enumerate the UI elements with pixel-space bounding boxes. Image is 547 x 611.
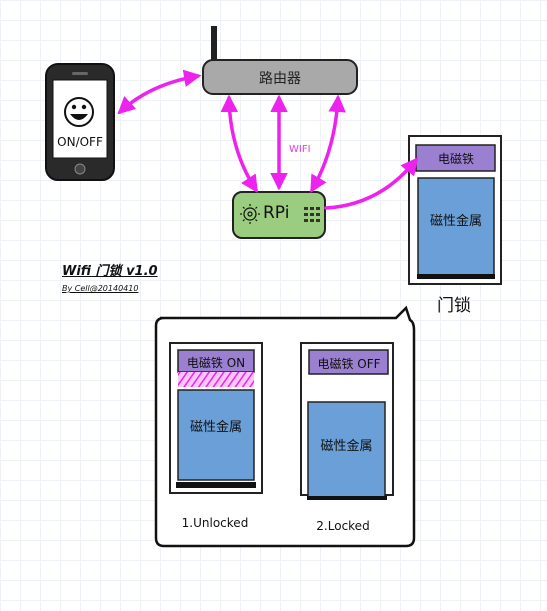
door-magnet-label: 电磁铁: [437, 152, 474, 166]
state-1-magnet-label: 电磁铁 ON: [186, 356, 246, 370]
smiley-face-icon: [64, 97, 94, 127]
router-rpi-link-left: [220, 94, 258, 193]
rpi-door-link: [324, 157, 419, 210]
phone-onoff-label: ON/OFF: [57, 135, 103, 149]
state-2-metal-label: 磁性金属: [320, 439, 373, 454]
diagram-author: By Cell@20140410: [62, 284, 139, 293]
state-1-caption: 1.Unlocked: [181, 516, 249, 530]
magnetic-field-hatch: [178, 372, 254, 387]
door-caption: 门锁: [437, 296, 471, 316]
router-label: 路由器: [259, 71, 301, 87]
gpio-pins-icon: [304, 207, 320, 222]
rpi-label: RPi: [263, 203, 290, 223]
router-rpi-link-right: [310, 94, 346, 194]
door-metal-label: 磁性金属: [429, 214, 482, 229]
wifi-label: WIFI: [289, 144, 311, 155]
router-antenna: [211, 26, 217, 62]
state-2-caption: 2.Locked: [316, 519, 370, 533]
diagram-title: Wifi 门锁 v1.0: [62, 264, 158, 279]
phone-router-link: [117, 69, 202, 115]
state-1-metal-label: 磁性金属: [189, 420, 242, 435]
state-1-metal-plate: [177, 389, 255, 481]
state-2-magnet-label: 电磁铁 OFF: [317, 357, 381, 371]
